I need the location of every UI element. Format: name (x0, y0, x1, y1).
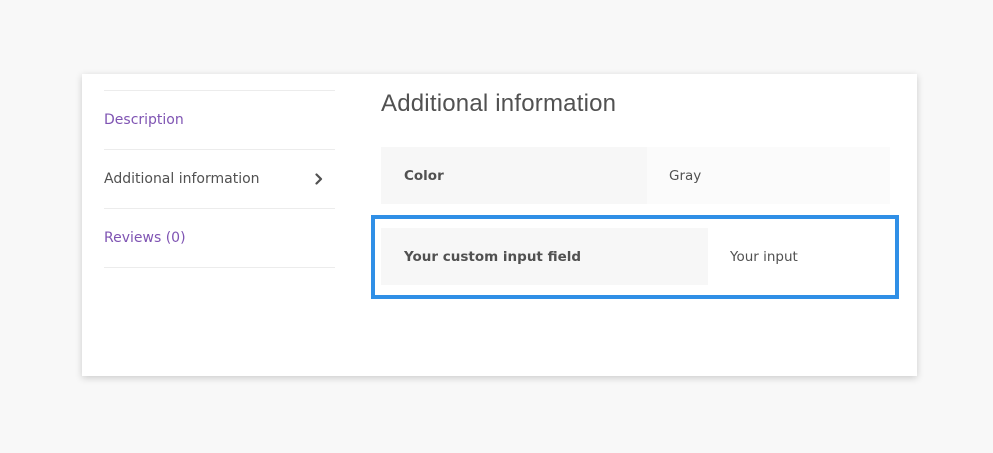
attribute-label: Your custom input field (381, 228, 708, 285)
tabs-list: Description Additional information Revie… (104, 90, 335, 268)
chevron-right-icon (315, 150, 323, 208)
tab-reviews-label[interactable]: Reviews (0) (104, 230, 186, 246)
tab-reviews[interactable]: Reviews (0) (104, 209, 335, 268)
attribute-label: Color (381, 147, 647, 204)
tab-description-label[interactable]: Description (104, 112, 184, 128)
attribute-value: Your input (708, 228, 890, 285)
attribute-value: Gray (647, 147, 890, 204)
tab-additional-information-label[interactable]: Additional information (104, 171, 260, 187)
attribute-row-custom-input: Your custom input field Your input (381, 228, 890, 285)
product-tabs-card: Description Additional information Revie… (82, 74, 917, 376)
tab-additional-information[interactable]: Additional information (104, 150, 335, 209)
panel-title: Additional information (381, 90, 617, 117)
attribute-row-color: Color Gray (381, 147, 890, 204)
tab-description[interactable]: Description (104, 91, 335, 150)
